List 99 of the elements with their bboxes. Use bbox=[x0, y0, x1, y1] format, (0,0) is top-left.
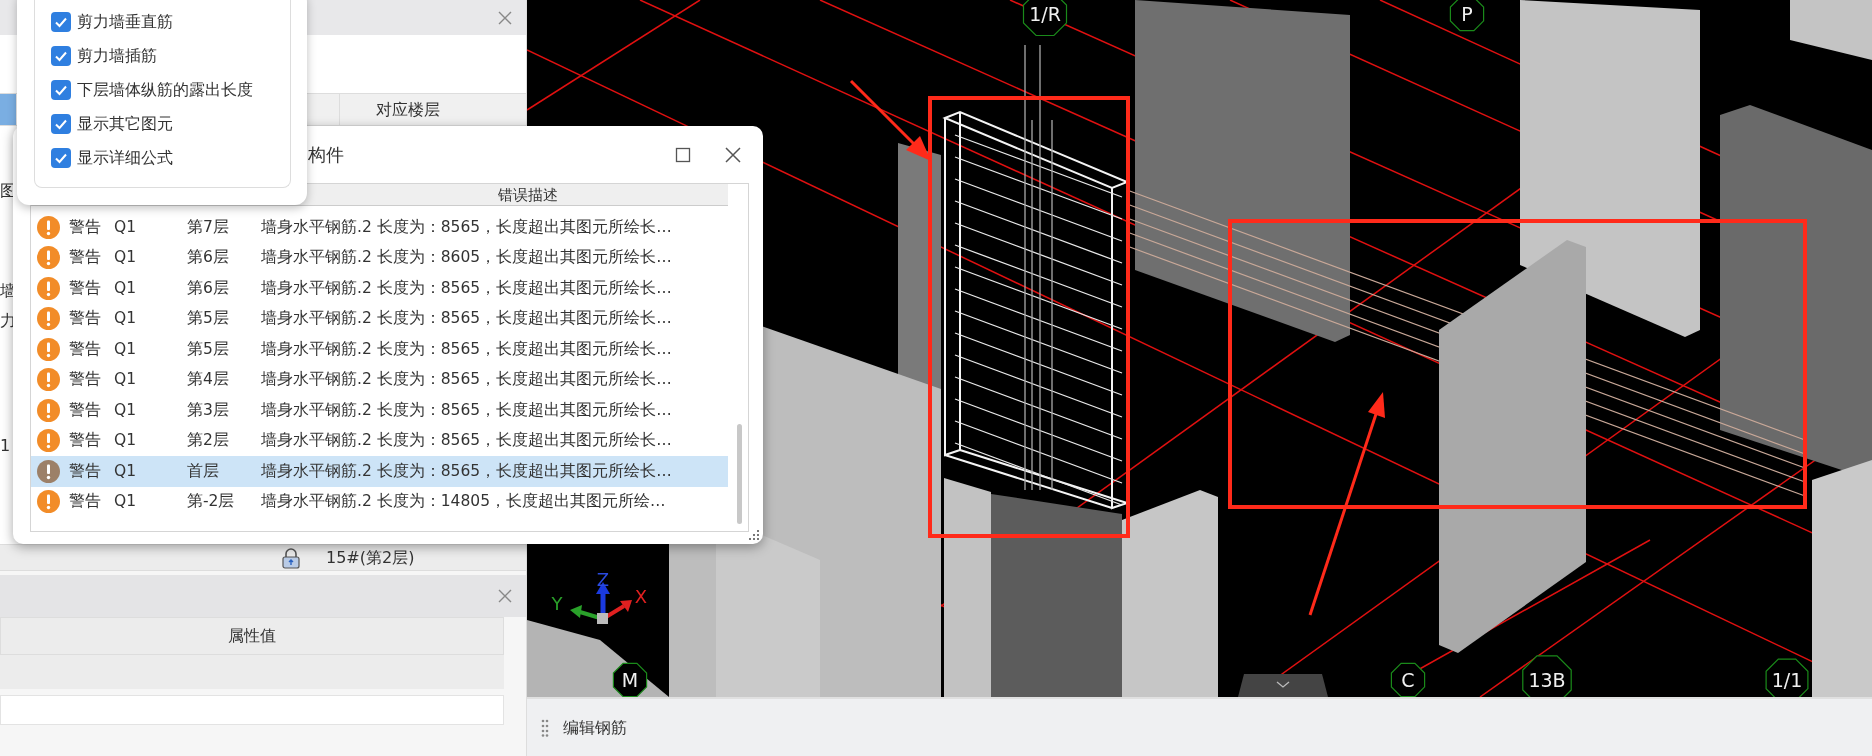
axis-label: P bbox=[1461, 3, 1473, 25]
checkmark-icon bbox=[54, 15, 68, 29]
floor-name: 第6层 bbox=[187, 277, 230, 299]
error-description: 墙身水平钢筋.2 长度为：14805，长度超出其图元所绘… bbox=[261, 491, 666, 513]
error-description: 墙身水平钢筋.2 长度为：8565，长度超出其图元所绘长… bbox=[261, 338, 672, 360]
error-description: 墙身水平钢筋.2 长度为：8565，长度超出其图元所绘长… bbox=[261, 216, 672, 238]
checkbox-label: 显示详细公式 bbox=[77, 148, 173, 168]
warning-icon bbox=[37, 368, 60, 392]
dialog-title: 构件 bbox=[308, 143, 345, 167]
text-fragment: 1 bbox=[0, 435, 12, 457]
error-row[interactable]: 警告 Q1 第4层 墙身水平钢筋.2 长度为：8565，长度超出其图元所绘长… bbox=[31, 364, 728, 395]
axis-label: 13B bbox=[1528, 669, 1566, 691]
error-description: 墙身水平钢筋.2 长度为：8565，长度超出其图元所绘长… bbox=[261, 460, 672, 482]
checkbox-label: 剪力墙垂直筋 bbox=[77, 12, 173, 32]
floor-name: 第6层 bbox=[187, 247, 230, 269]
checkmark-icon bbox=[54, 151, 68, 165]
element-name: Q1 bbox=[114, 216, 138, 238]
resize-grip-icon[interactable] bbox=[748, 529, 760, 541]
column-header: 错误描述 bbox=[497, 185, 559, 205]
floor-name: 首层 bbox=[187, 460, 220, 482]
checkbox[interactable] bbox=[51, 80, 71, 100]
checkbox[interactable] bbox=[51, 46, 71, 66]
warning-icon bbox=[37, 307, 60, 331]
element-name: Q1 bbox=[114, 430, 138, 452]
warning-icon bbox=[37, 429, 60, 453]
severity-text: 警告 bbox=[69, 491, 102, 513]
error-description: 墙身水平钢筋.2 长度为：8565，长度超出其图元所绘长… bbox=[261, 308, 672, 330]
axis-label: X bbox=[634, 586, 648, 607]
element-name: Q1 bbox=[114, 460, 138, 482]
element-name: Q1 bbox=[114, 308, 138, 330]
error-description: 墙身水平钢筋.2 长度为：8565，长度超出其图元所绘长… bbox=[261, 277, 672, 299]
warning-icon bbox=[37, 276, 60, 300]
element-name: Q1 bbox=[114, 369, 138, 391]
panel-title: 编辑钢筋 bbox=[563, 716, 627, 739]
element-name: Q1 bbox=[114, 247, 138, 269]
error-description: 墙身水平钢筋.2 长度为：8565，长度超出其图元所绘长… bbox=[261, 399, 672, 421]
floor-name: 第5层 bbox=[187, 308, 230, 330]
checkbox[interactable] bbox=[51, 12, 71, 32]
error-row[interactable]: 警告 Q1 第2层 墙身水平钢筋.2 长度为：8565，长度超出其图元所绘长… bbox=[31, 425, 728, 456]
error-description: 墙身水平钢筋.2 长度为：8605，长度超出其图元所绘长… bbox=[261, 247, 672, 269]
error-row[interactable]: 警告 Q1 第7层 墙身水平钢筋.2 长度为：8565，长度超出其图元所绘长… bbox=[31, 212, 728, 243]
floor-name: 第7层 bbox=[187, 216, 230, 238]
checkbox[interactable] bbox=[51, 148, 71, 168]
severity-text: 警告 bbox=[69, 338, 102, 360]
element-name: Q1 bbox=[114, 399, 138, 421]
floor-name: 第5层 bbox=[187, 338, 230, 360]
checkmark-icon bbox=[54, 49, 68, 63]
error-row[interactable]: 警告 Q1 第-2层 墙身水平钢筋.2 长度为：14805，长度超出其图元所绘… bbox=[31, 486, 728, 517]
element-name: Q1 bbox=[114, 338, 138, 360]
floor-name: 第3层 bbox=[187, 399, 230, 421]
error-row[interactable]: 警告 Q1 第5层 墙身水平钢筋.2 长度为：8565，长度超出其图元所绘长… bbox=[31, 334, 728, 365]
severity-text: 警告 bbox=[69, 399, 102, 421]
severity-text: 警告 bbox=[69, 216, 102, 238]
severity-text: 警告 bbox=[69, 308, 102, 330]
checkmark-icon bbox=[54, 117, 68, 131]
column-header: 属性值 bbox=[0, 617, 504, 655]
error-row[interactable]: 警告 Q1 首层 墙身水平钢筋.2 长度为：8565，长度超出其图元所绘长… bbox=[31, 456, 728, 487]
axis-label: C bbox=[1401, 669, 1415, 691]
element-name: Q1 bbox=[114, 491, 138, 513]
column-header: 对应楼层 bbox=[339, 94, 475, 125]
severity-text: 警告 bbox=[69, 369, 102, 391]
axis-label: Z bbox=[596, 569, 610, 590]
checkmark-icon bbox=[54, 83, 68, 97]
maximize-icon[interactable] bbox=[675, 146, 691, 163]
checkbox-label: 剪力墙插筋 bbox=[77, 46, 157, 66]
error-row[interactable]: 警告 Q1 第6层 墙身水平钢筋.2 长度为：8565，长度超出其图元所绘长… bbox=[31, 273, 728, 304]
close-icon[interactable] bbox=[724, 145, 742, 164]
warning-icon bbox=[37, 459, 60, 483]
floor-name: 第-2层 bbox=[187, 491, 236, 513]
warning-icon bbox=[37, 337, 60, 361]
checkbox[interactable] bbox=[51, 114, 71, 134]
warning-icon bbox=[37, 490, 60, 514]
error-row[interactable]: 警告 Q1 第6层 墙身水平钢筋.2 长度为：8605，长度超出其图元所绘长… bbox=[31, 242, 728, 273]
severity-text: 警告 bbox=[69, 247, 102, 269]
lock-icon[interactable] bbox=[280, 547, 302, 569]
severity-text: 警告 bbox=[69, 277, 102, 299]
axis-label: 1/1 bbox=[1771, 669, 1803, 691]
error-description: 墙身水平钢筋.2 长度为：8565，长度超出其图元所绘长… bbox=[261, 369, 672, 391]
collapse-button[interactable] bbox=[1238, 674, 1328, 697]
floor-name: 第4层 bbox=[187, 369, 230, 391]
error-description: 墙身水平钢筋.2 长度为：8565，长度超出其图元所绘长… bbox=[261, 430, 672, 452]
axis-label: 1/R bbox=[1029, 3, 1061, 25]
floor-label: 15#(第2层) bbox=[326, 546, 415, 569]
warning-icon bbox=[37, 398, 60, 422]
scrollbar-thumb[interactable] bbox=[737, 424, 742, 524]
warning-icon bbox=[37, 246, 60, 270]
checkbox-label: 下层墙体纵筋的露出长度 bbox=[77, 80, 253, 100]
error-row[interactable]: 警告 Q1 第3层 墙身水平钢筋.2 长度为：8565，长度超出其图元所绘长… bbox=[31, 395, 728, 426]
drag-handle-icon[interactable] bbox=[541, 718, 549, 737]
severity-text: 警告 bbox=[69, 430, 102, 452]
floor-name: 第2层 bbox=[187, 430, 230, 452]
error-row[interactable]: 警告 Q1 第5层 墙身水平钢筋.2 长度为：8565，长度超出其图元所绘长… bbox=[31, 303, 728, 334]
element-name: Q1 bbox=[114, 277, 138, 299]
checkbox-label: 显示其它图元 bbox=[77, 114, 173, 134]
axis-label: Y bbox=[551, 593, 563, 614]
warning-icon bbox=[37, 215, 60, 239]
severity-text: 警告 bbox=[69, 460, 102, 482]
selection-highlight bbox=[0, 94, 16, 125]
axis-label: M bbox=[621, 669, 639, 691]
